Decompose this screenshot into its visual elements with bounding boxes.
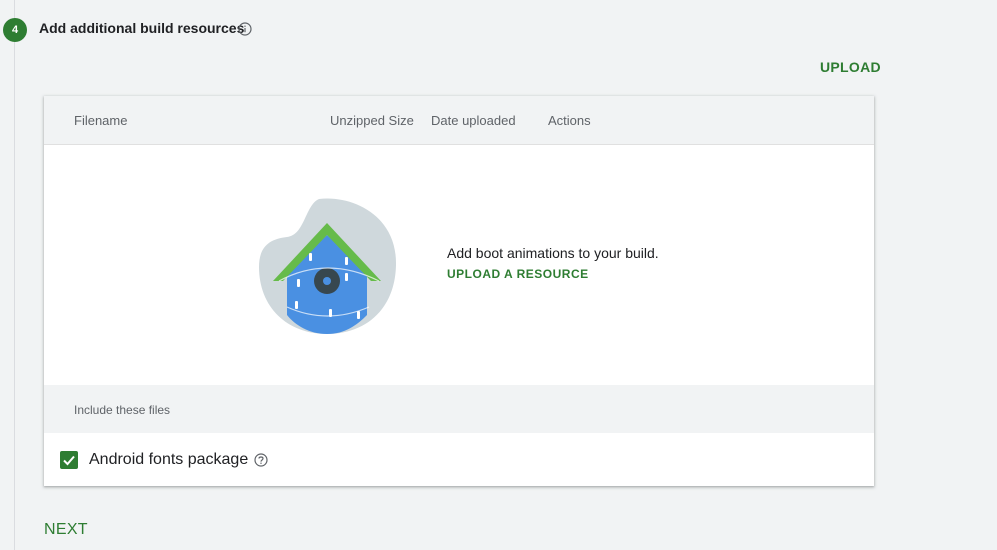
column-header-filename[interactable]: Filename	[74, 113, 127, 128]
empty-state: Add boot animations to your build. UPLOA…	[44, 145, 874, 385]
info-icon[interactable]	[238, 22, 252, 36]
include-files-label: Include these files	[74, 403, 171, 417]
help-icon[interactable]	[254, 453, 268, 467]
birdhouse-illustration	[259, 198, 397, 334]
step-number-badge: 4	[3, 18, 27, 42]
include-files-header: Include these files	[44, 385, 874, 433]
next-button[interactable]: NEXT	[44, 521, 88, 539]
step-title: Add additional build resources	[39, 20, 245, 36]
upload-button[interactable]: UPLOAD	[820, 59, 881, 75]
android-fonts-checkbox[interactable]	[60, 451, 78, 469]
empty-state-message: Add boot animations to your build.	[447, 245, 659, 261]
resources-card: Filename Unzipped Size Date uploaded Act…	[44, 96, 874, 486]
include-file-row: Android fonts package	[44, 433, 874, 486]
check-icon	[63, 455, 75, 466]
column-header-date-uploaded[interactable]: Date uploaded	[431, 113, 516, 128]
column-header-unzipped-size[interactable]: Unzipped Size	[330, 113, 414, 128]
android-fonts-label: Android fonts package	[89, 451, 249, 468]
stepper-rail	[14, 0, 15, 550]
column-header-actions: Actions	[548, 113, 591, 128]
upload-resource-link[interactable]: UPLOAD A RESOURCE	[447, 267, 589, 281]
table-header: Filename Unzipped Size Date uploaded Act…	[44, 96, 874, 145]
